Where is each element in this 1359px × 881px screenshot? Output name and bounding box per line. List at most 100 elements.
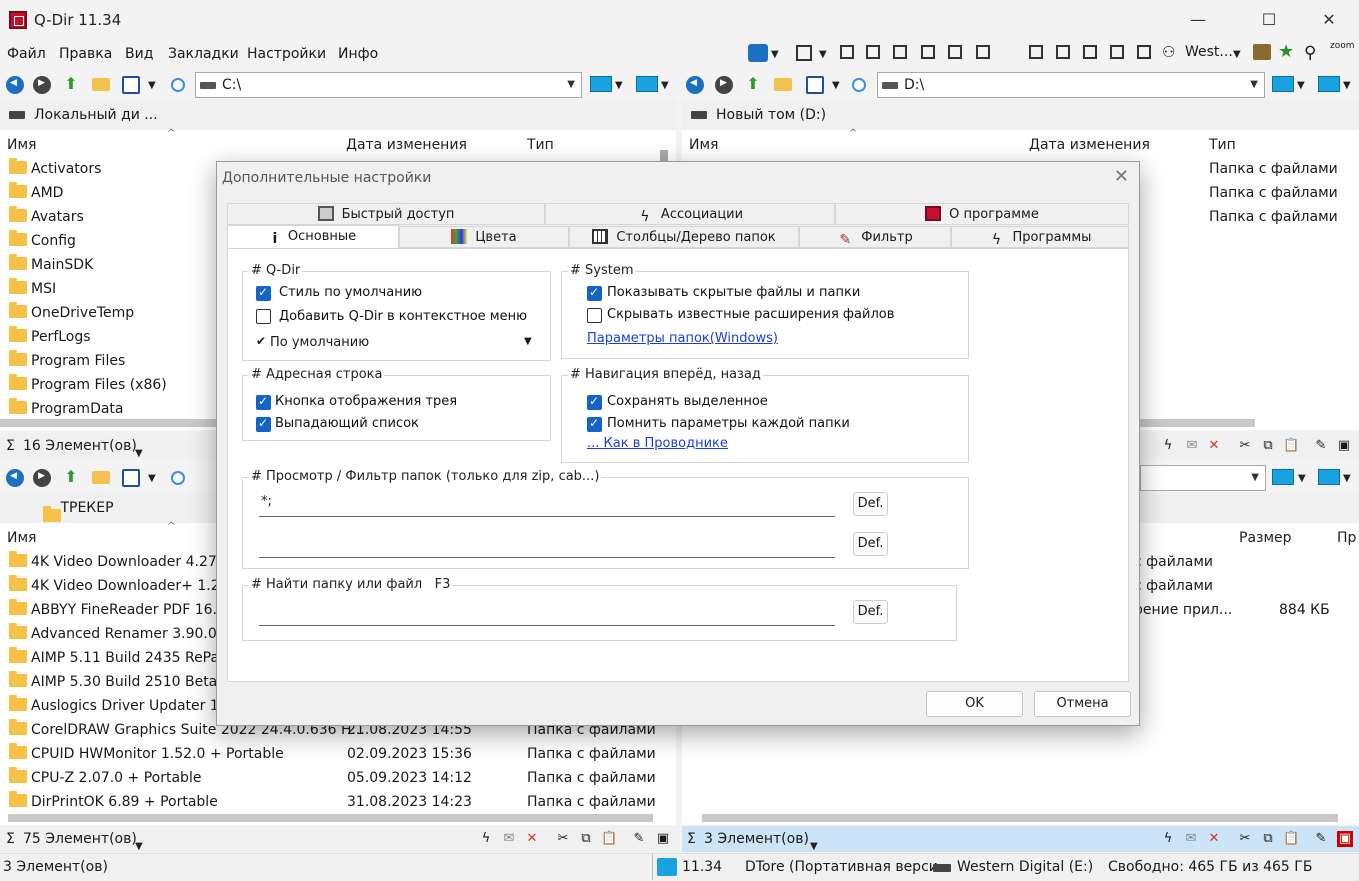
refresh-icon[interactable]	[171, 78, 185, 92]
tab-programs[interactable]: ϟ Программы	[951, 226, 1129, 248]
context-menu-checkbox[interactable]	[256, 309, 271, 324]
view-icon[interactable]	[806, 76, 824, 94]
drive-label[interactable]: West...	[1185, 44, 1233, 60]
filter-def-button-2[interactable]: Def.	[853, 532, 888, 556]
chevron-down-icon[interactable]: ▼	[1298, 473, 1306, 484]
layout-4-icon[interactable]	[796, 45, 812, 61]
back-icon[interactable]	[6, 469, 24, 487]
chevron-down-icon[interactable]: ▼	[148, 80, 156, 91]
layout-icon[interactable]	[1137, 45, 1151, 59]
tab-columns[interactable]: Столбцы/Дерево папок	[569, 226, 799, 248]
status-count[interactable]: 16 Элемент(ов)	[23, 433, 137, 459]
flash-icon[interactable]: ϟ	[1160, 831, 1176, 847]
mail-icon[interactable]: ✉	[501, 831, 517, 847]
show-hidden-checkbox[interactable]	[587, 285, 602, 301]
col-date[interactable]: Дата изменения	[346, 132, 467, 158]
chevron-down-icon[interactable]: ▼	[1250, 73, 1258, 97]
rename-icon[interactable]: ✎	[1313, 831, 1329, 847]
paste-icon[interactable]: 📋	[1283, 831, 1299, 847]
mail-icon[interactable]: ✉	[1183, 831, 1199, 847]
flash-icon[interactable]: ϟ	[478, 831, 494, 847]
close-icon[interactable]: ✕	[1114, 166, 1129, 187]
cut-icon[interactable]: ✂	[555, 831, 571, 847]
monitor-icon[interactable]	[590, 76, 612, 92]
forward-icon[interactable]	[33, 469, 51, 487]
copy-icon[interactable]: ⧉	[1260, 438, 1276, 454]
properties-icon[interactable]: ▣	[1336, 438, 1352, 454]
remember-params-checkbox[interactable]	[587, 416, 602, 432]
monitor-icon[interactable]	[1272, 469, 1294, 485]
monitor-icon[interactable]	[1318, 469, 1340, 485]
zoom-icon[interactable]: zoom	[1330, 41, 1355, 51]
h-scrollbar[interactable]	[702, 814, 1338, 822]
close-button[interactable]: ✕	[1306, 6, 1352, 34]
cancel-button[interactable]: Отмена	[1034, 691, 1131, 717]
layout-icon[interactable]	[1110, 45, 1124, 59]
dropdown-list-checkbox[interactable]	[256, 416, 271, 432]
copy-icon[interactable]: ⧉	[1260, 831, 1276, 847]
users-icon[interactable]: ⚇	[1162, 43, 1180, 63]
layout-icon[interactable]	[976, 45, 990, 59]
style-dropdown[interactable]: ✔ По умолчанию ▼	[251, 331, 541, 355]
rename-icon[interactable]: ✎	[631, 831, 647, 847]
delete-icon[interactable]: ✕	[1206, 438, 1222, 454]
menu-info[interactable]: Инфо	[338, 46, 378, 62]
new-folder-icon[interactable]	[92, 471, 110, 484]
up-arrow-icon[interactable]: ⬆	[62, 75, 80, 93]
up-arrow-icon[interactable]: ⬆	[62, 468, 80, 486]
minimize-button[interactable]: —	[1175, 6, 1221, 34]
layout-icon[interactable]	[893, 45, 907, 59]
new-folder-icon[interactable]	[774, 78, 792, 91]
search-tools-icon[interactable]: ⚲	[1304, 43, 1316, 63]
h-scrollbar[interactable]	[0, 419, 218, 427]
layout-icon[interactable]	[1029, 45, 1043, 59]
favorite-star-icon[interactable]: ★	[1278, 41, 1294, 62]
col-type[interactable]: Тип	[527, 132, 554, 158]
col-name[interactable]: Имя	[7, 525, 36, 551]
filter-def-button-1[interactable]: Def.	[853, 492, 888, 516]
tab-filter[interactable]: ✎ Фильтр	[799, 226, 951, 248]
h-scrollbar[interactable]	[1140, 419, 1255, 427]
status-count[interactable]: 75 Элемент(ов)	[23, 826, 137, 852]
ok-button[interactable]: OK	[926, 691, 1023, 717]
col-date[interactable]: Дата изменения	[1029, 132, 1150, 158]
flash-icon[interactable]: ϟ	[1160, 438, 1176, 454]
col-name[interactable]: Имя	[7, 132, 36, 158]
layout-icon[interactable]	[866, 45, 880, 59]
chevron-down-icon[interactable]: ▼	[567, 73, 575, 97]
tab-colors[interactable]: Цвета	[399, 226, 569, 248]
chevron-down-icon[interactable]: ▼	[1233, 49, 1241, 60]
like-explorer-link[interactable]: ... Как в Проводнике	[587, 436, 728, 451]
chevron-down-icon[interactable]: ▼	[771, 49, 779, 60]
menu-edit[interactable]: Правка	[59, 46, 112, 62]
cut-icon[interactable]: ✂	[1237, 831, 1253, 847]
tab-quick-access[interactable]: Быстрый доступ	[227, 203, 545, 225]
tab-general[interactable]: i Основные	[227, 225, 399, 249]
cut-icon[interactable]: ✂	[1237, 438, 1253, 454]
folder-options-link[interactable]: Параметры папок(Windows)	[587, 331, 778, 346]
chevron-down-icon[interactable]: ▼	[832, 80, 840, 91]
rename-icon[interactable]: ✎	[1313, 438, 1329, 454]
filter-input-1[interactable]: *;	[259, 491, 835, 517]
monitor-icon[interactable]	[636, 76, 658, 92]
tab-about[interactable]: О программе	[835, 203, 1129, 225]
back-icon[interactable]	[686, 76, 704, 94]
pane-tab[interactable]: Новый том (D:)	[682, 100, 1359, 130]
chevron-down-icon[interactable]: ▼	[1251, 466, 1259, 490]
chevron-down-icon[interactable]: ▼	[615, 80, 623, 91]
layout-icon[interactable]	[948, 45, 962, 59]
h-scrollbar[interactable]	[8, 814, 653, 822]
properties-icon[interactable]: ▣	[1337, 831, 1353, 847]
hide-extensions-checkbox[interactable]	[587, 308, 602, 323]
refresh-icon[interactable]	[171, 471, 185, 485]
back-icon[interactable]	[6, 76, 24, 94]
layout-icon[interactable]	[1083, 45, 1097, 59]
paste-icon[interactable]: 📋	[1283, 438, 1299, 454]
layout-icon[interactable]	[840, 45, 854, 59]
menu-settings[interactable]: Настройки	[247, 46, 326, 62]
chevron-down-icon[interactable]: ▼	[819, 49, 827, 60]
view-icon[interactable]	[122, 469, 140, 487]
chevron-down-icon[interactable]: ▼	[661, 80, 669, 91]
file-row[interactable]: DirPrintOK 6.89 + Portable 31.08.2023 14:…	[9, 790, 669, 814]
delete-icon[interactable]: ✕	[524, 831, 540, 847]
